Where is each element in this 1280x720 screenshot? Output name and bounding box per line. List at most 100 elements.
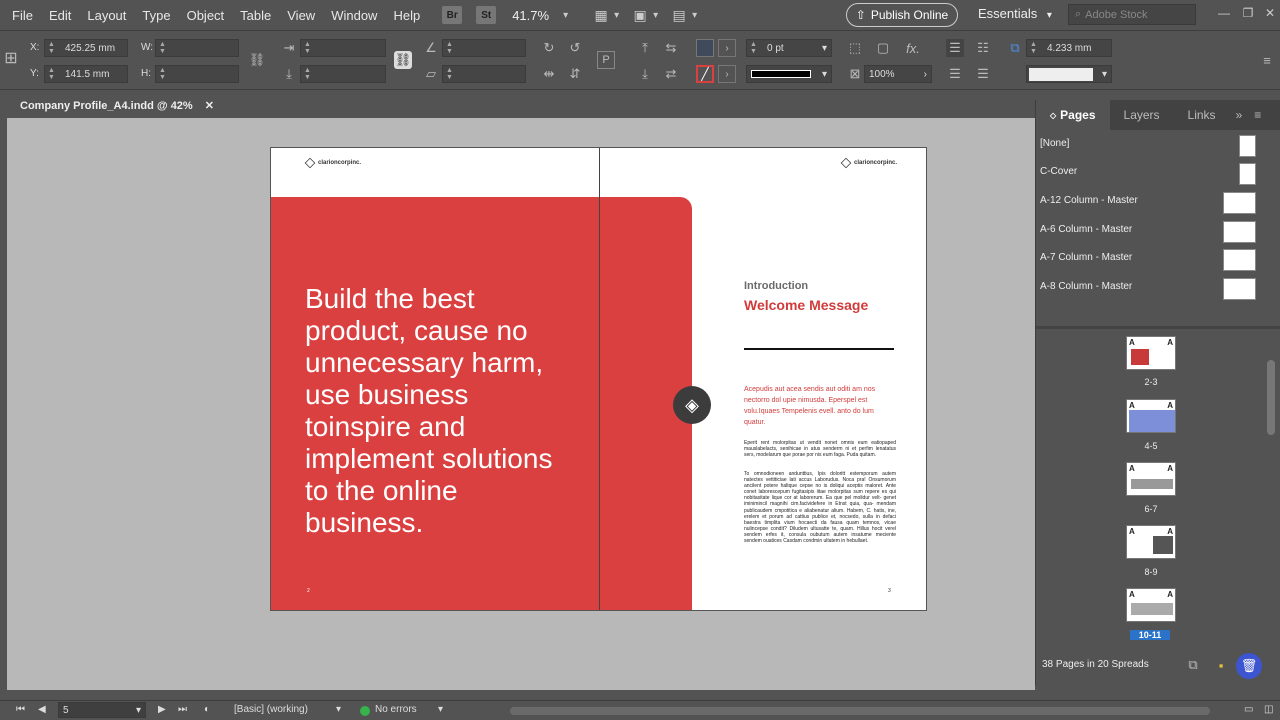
master-item[interactable]: A-6 Column - Master [1040, 224, 1132, 235]
arrange-chevron-down-icon[interactable]: ▾ [692, 10, 697, 21]
chain-link-icon[interactable]: ⛓ [394, 51, 412, 69]
master-thumbnail[interactable] [1223, 278, 1256, 300]
master-item[interactable]: [None] [1040, 138, 1069, 149]
close-tab-icon[interactable]: ✕ [205, 99, 214, 112]
body-paragraph-1[interactable]: Eperit rent molorpitas ut vendit nonet o… [744, 440, 896, 458]
gap-field[interactable]: ▲ ▼ 4.233 mm [1026, 39, 1112, 57]
rotation-stepper-icon[interactable]: ▲ ▼ [446, 41, 453, 55]
scale-y-field[interactable]: ▲ ▼ [300, 65, 386, 83]
stroke-swatch-icon[interactable]: ╱ [696, 65, 714, 83]
arrange-documents-icon[interactable]: ▤ [668, 6, 690, 24]
screen-mode-chevron-down-icon[interactable]: ▾ [653, 10, 658, 21]
new-page-icon[interactable]: ▪ [1212, 656, 1230, 674]
h-stepper-icon[interactable]: ▲ ▼ [159, 67, 166, 81]
horizontal-scrollbar[interactable] [510, 707, 1210, 715]
next-page-icon[interactable]: ▶ [158, 704, 166, 715]
restore-icon[interactable]: ❐ [1238, 4, 1258, 22]
rotation-angle-icon[interactable]: ∠ [422, 39, 440, 57]
errors-chevron-down-icon[interactable]: ▾ [438, 704, 443, 715]
view-options-chevron-down-icon[interactable]: ▾ [614, 10, 619, 21]
previous-page-icon[interactable]: ◀ [38, 704, 46, 715]
tab-pages[interactable]: ◇ Pages [1036, 100, 1110, 130]
menu-type[interactable]: Type [134, 8, 178, 23]
adobe-stock-search[interactable]: ⌕ Adobe Stock [1068, 4, 1196, 25]
fill-chevron-right-icon[interactable]: › [718, 39, 736, 57]
constrain-proportions-icon[interactable]: ⛓ [248, 51, 266, 69]
spread-thumbnail[interactable]: A A [1126, 462, 1176, 496]
master-item[interactable]: A-7 Column - Master [1040, 252, 1132, 263]
select-next-icon[interactable]: ⇄ [662, 65, 680, 83]
stroke-weight-stepper-icon[interactable]: ▲ ▼ [750, 41, 757, 55]
menu-window[interactable]: Window [323, 8, 385, 23]
panel-expand-icon[interactable]: » [1230, 100, 1249, 130]
preflight-chevron-down-icon[interactable]: ▾ [336, 704, 341, 715]
document-tab[interactable]: Company Profile_A4.indd @ 42% ✕ [10, 93, 224, 118]
x-stepper-icon[interactable]: ▲ ▼ [48, 41, 55, 55]
master-item[interactable]: C-Cover [1040, 166, 1077, 177]
menu-table[interactable]: Table [232, 8, 279, 23]
w-stepper-icon[interactable]: ▲ ▼ [159, 41, 166, 55]
spread-label-selected[interactable]: 10-11 [1130, 630, 1170, 640]
menu-file[interactable]: File [4, 8, 41, 23]
opacity-icon[interactable]: ⊠ [846, 65, 864, 83]
opacity-field[interactable]: 100% › [864, 65, 932, 83]
object-style-select[interactable]: ▾ [1026, 65, 1112, 83]
master-item[interactable]: A-12 Column - Master [1040, 195, 1138, 206]
align-left-icon[interactable]: ☰ [946, 39, 964, 57]
scale-x-field[interactable]: ▲ ▼ [300, 39, 386, 57]
spread-label[interactable]: 8-9 [1126, 567, 1176, 577]
menu-help[interactable]: Help [385, 8, 428, 23]
master-thumbnail[interactable] [1239, 135, 1256, 157]
spread-label[interactable]: 6-7 [1126, 504, 1176, 514]
zoom-level[interactable]: 41.7% [512, 8, 549, 23]
welcome-heading[interactable]: Welcome Message [744, 297, 868, 313]
flip-horizontal-icon[interactable]: ⇹ [540, 65, 558, 83]
stroke-type-select[interactable]: ▾ [746, 65, 832, 83]
shear-stepper-icon[interactable]: ▲ ▼ [446, 67, 453, 81]
scale-x-stepper-icon[interactable]: ▲ ▼ [304, 41, 311, 55]
spread-label[interactable]: 4-5 [1126, 441, 1176, 451]
rotate-cw-icon[interactable]: ↻ [540, 39, 558, 57]
master-thumbnail[interactable] [1239, 163, 1256, 185]
x-position-field[interactable]: ▲ ▼ 425.25 mm [44, 39, 128, 57]
delete-page-icon[interactable]: 🗑 [1236, 653, 1262, 679]
menu-object[interactable]: Object [179, 8, 233, 23]
gap-tool-icon[interactable]: ⧉ [1006, 39, 1024, 57]
shear-angle-icon[interactable]: ▱ [422, 65, 440, 83]
preflight-errors[interactable]: No errors [375, 704, 417, 715]
text-frame-options-icon[interactable]: ⬚ [846, 39, 864, 57]
direction-p-icon[interactable]: P [597, 51, 615, 69]
open-document-icon[interactable]: ◐ [204, 704, 210, 715]
control-panel-menu-icon[interactable]: ≡ [1258, 51, 1276, 69]
menu-edit[interactable]: Edit [41, 8, 79, 23]
frame-fitting-icon[interactable]: ▢ [874, 39, 892, 57]
spread-thumbnail[interactable]: A A [1126, 588, 1176, 622]
master-thumbnail[interactable] [1223, 221, 1256, 243]
scale-x-icon[interactable]: ⇥ [280, 39, 298, 57]
align-right-icon[interactable]: ☰ [974, 65, 992, 83]
master-thumbnail[interactable] [1223, 192, 1256, 214]
flip-vertical-icon[interactable]: ⇵ [566, 65, 584, 83]
panel-divider[interactable] [1036, 326, 1280, 329]
page-spread[interactable]: clarioncorpinc. clarioncorpinc. Build th… [270, 147, 927, 611]
rotation-field[interactable]: ▲ ▼ [442, 39, 526, 57]
y-stepper-icon[interactable]: ▲ ▼ [48, 67, 55, 81]
lead-paragraph[interactable]: Acepudis aut acea sendis aut oditi am no… [744, 384, 896, 428]
panel-menu-icon[interactable]: ≡ [1248, 100, 1267, 130]
page-number-field[interactable]: 5 ▾ [58, 702, 146, 718]
screen-mode-icon[interactable]: ▣ [629, 6, 651, 24]
scale-y-stepper-icon[interactable]: ▲ ▼ [304, 67, 311, 81]
stroke-weight-field[interactable]: ▲ ▼ 0 pt ▾ [746, 39, 832, 57]
select-container-icon[interactable]: ⤒ [636, 39, 654, 57]
master-thumbnail[interactable] [1223, 249, 1256, 271]
master-item[interactable]: A-8 Column - Master [1040, 281, 1132, 292]
gap-stepper-icon[interactable]: ▲ ▼ [1030, 41, 1037, 55]
spread-label[interactable]: 2-3 [1126, 377, 1176, 387]
last-page-icon[interactable]: ⏭ [178, 704, 187, 715]
pages-scrollbar[interactable] [1267, 360, 1275, 435]
panel-layout-split-icon[interactable]: ◫ [1264, 704, 1273, 715]
stroke-chevron-right-icon[interactable]: › [718, 65, 736, 83]
body-paragraph-2[interactable]: To omnodioneen andunttius, Ipis doloritt… [744, 471, 896, 544]
scale-y-icon[interactable]: ⤓ [280, 65, 298, 83]
panel-layout-icon[interactable]: ▭ [1244, 704, 1253, 715]
